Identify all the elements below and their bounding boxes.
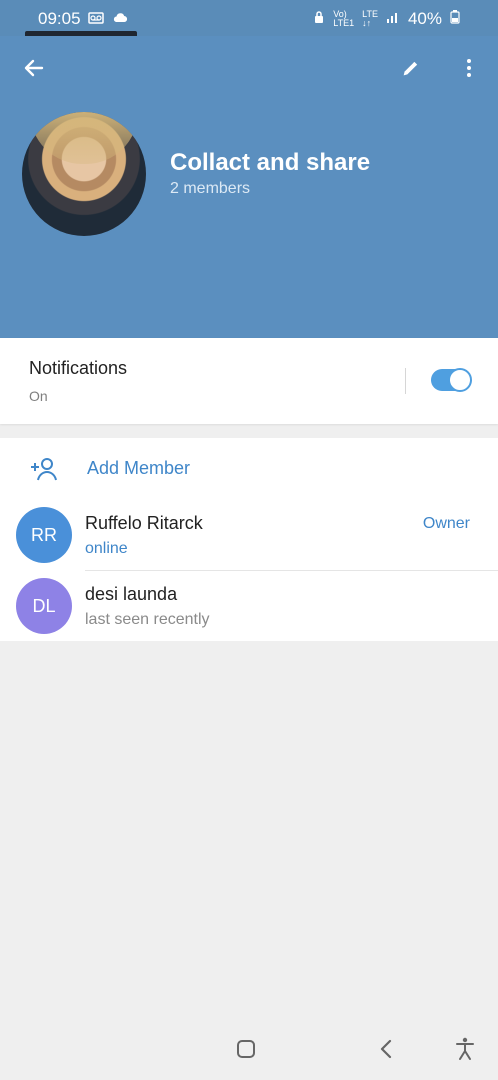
notifications-toggle[interactable] [431, 368, 472, 392]
more-vertical-icon [466, 58, 472, 83]
notifications-divider [405, 368, 406, 394]
voicemail-icon [88, 9, 104, 29]
volte-icon: Vo) LTE1 [333, 9, 355, 28]
member-status: last seen recently [85, 611, 210, 628]
pencil-icon [400, 57, 422, 84]
toggle-knob [448, 368, 472, 392]
notifications-status: On [29, 388, 48, 404]
member-divider [85, 570, 498, 571]
add-user-icon [27, 456, 59, 489]
group-member-count: 2 members [170, 180, 251, 197]
member-avatar-dl[interactable]: DL [16, 578, 72, 634]
accessibility-button[interactable] [450, 1036, 480, 1066]
edit-button[interactable] [393, 52, 429, 88]
battery-text: 40% [407, 9, 442, 28]
member-role-badge: Owner [422, 515, 470, 532]
member-avatar-rr[interactable]: RR [16, 507, 72, 563]
battery-icon [450, 9, 460, 29]
member-initials: RR [31, 524, 57, 545]
group-avatar[interactable] [22, 112, 146, 236]
home-button[interactable] [231, 1036, 261, 1066]
notifications-section[interactable] [0, 338, 498, 424]
member-name[interactable]: desi launda [85, 584, 177, 605]
status-time: 09:05 [38, 9, 81, 28]
chevron-left-icon [378, 1039, 394, 1064]
accessibility-icon [455, 1037, 475, 1066]
more-button[interactable] [451, 52, 487, 88]
group-title: Collact and share [170, 149, 371, 176]
member-name[interactable]: Ruffelo Ritarck [85, 513, 203, 534]
add-member-row[interactable] [0, 438, 498, 500]
status-right: Vo) LTE1 LTE ↓↑ 40% [313, 9, 460, 29]
member-status: online [85, 540, 128, 557]
home-square-icon [236, 1039, 256, 1064]
arrow-left-icon [22, 56, 46, 85]
add-member-label: Add Member [87, 458, 191, 478]
lte-icon: LTE ↓↑ [362, 9, 378, 28]
back-nav-button[interactable] [371, 1036, 401, 1066]
notifications-title: Notifications [29, 358, 128, 378]
signal-icon [386, 9, 400, 29]
back-button[interactable] [16, 52, 52, 88]
status-left-icons [88, 9, 128, 29]
lock-icon [313, 9, 325, 29]
member-initials: DL [32, 595, 56, 616]
cloud-icon [112, 9, 128, 29]
